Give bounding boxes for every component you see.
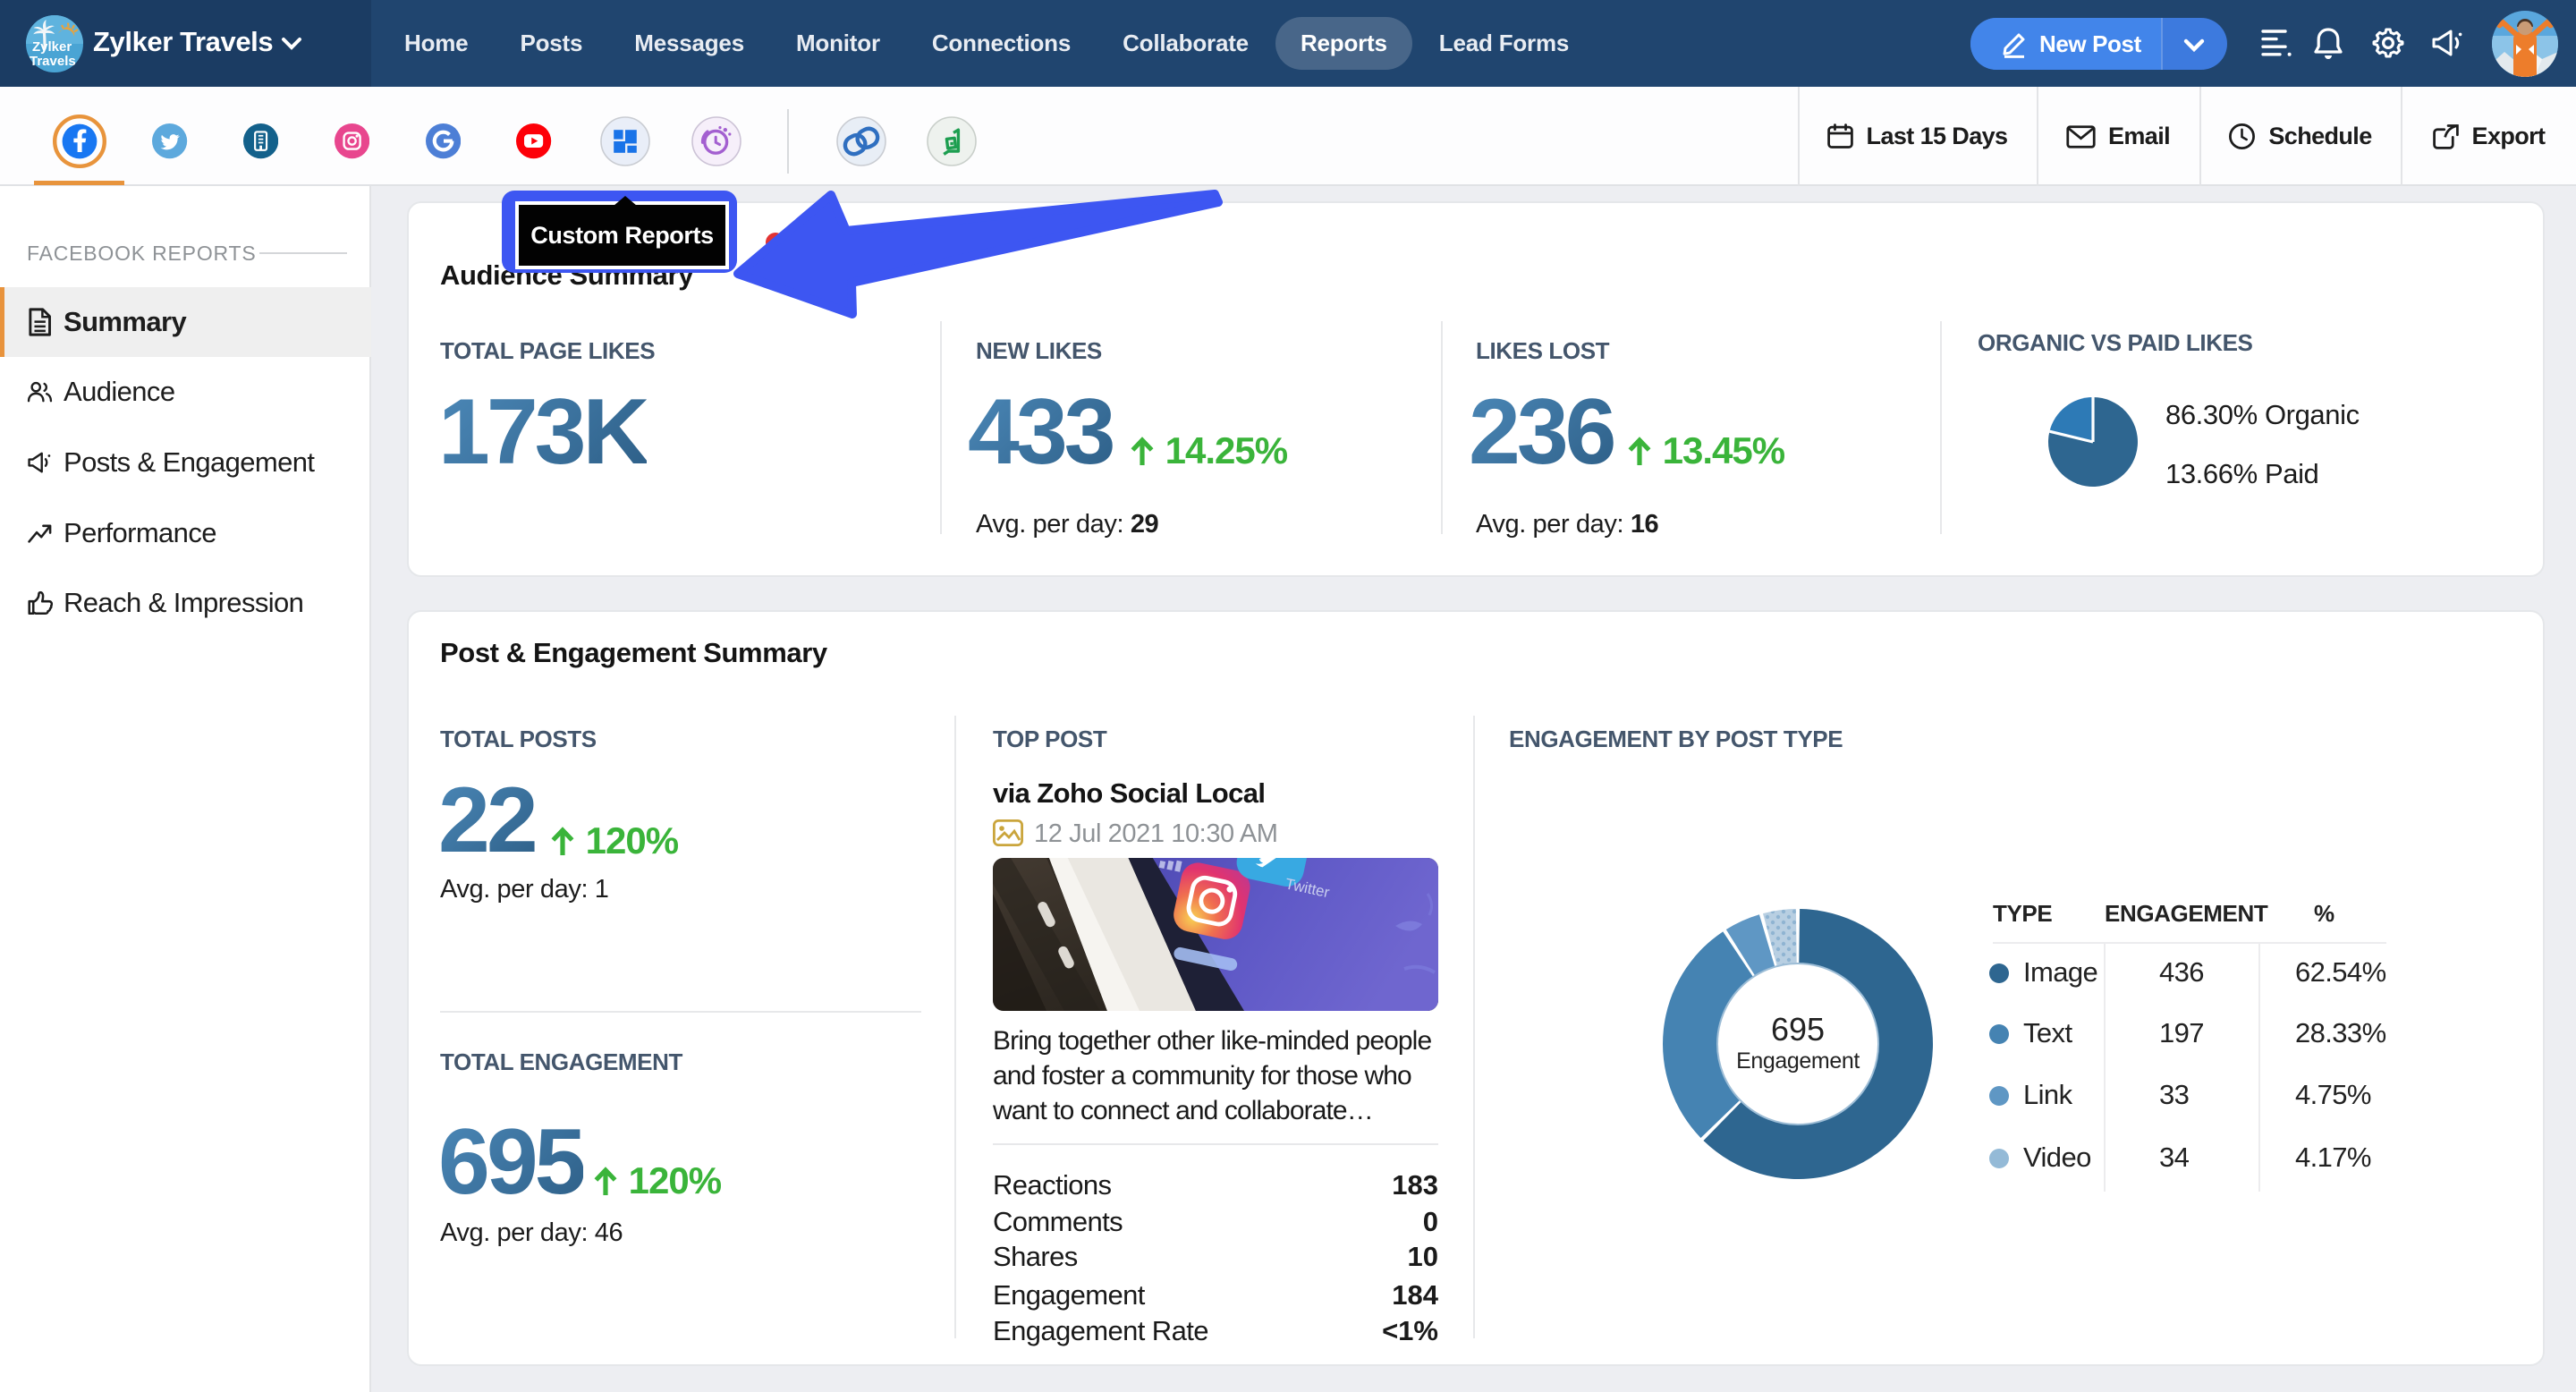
- svg-text:Travels: Travels: [30, 54, 76, 69]
- svg-text:Zylker: Zylker: [32, 39, 72, 55]
